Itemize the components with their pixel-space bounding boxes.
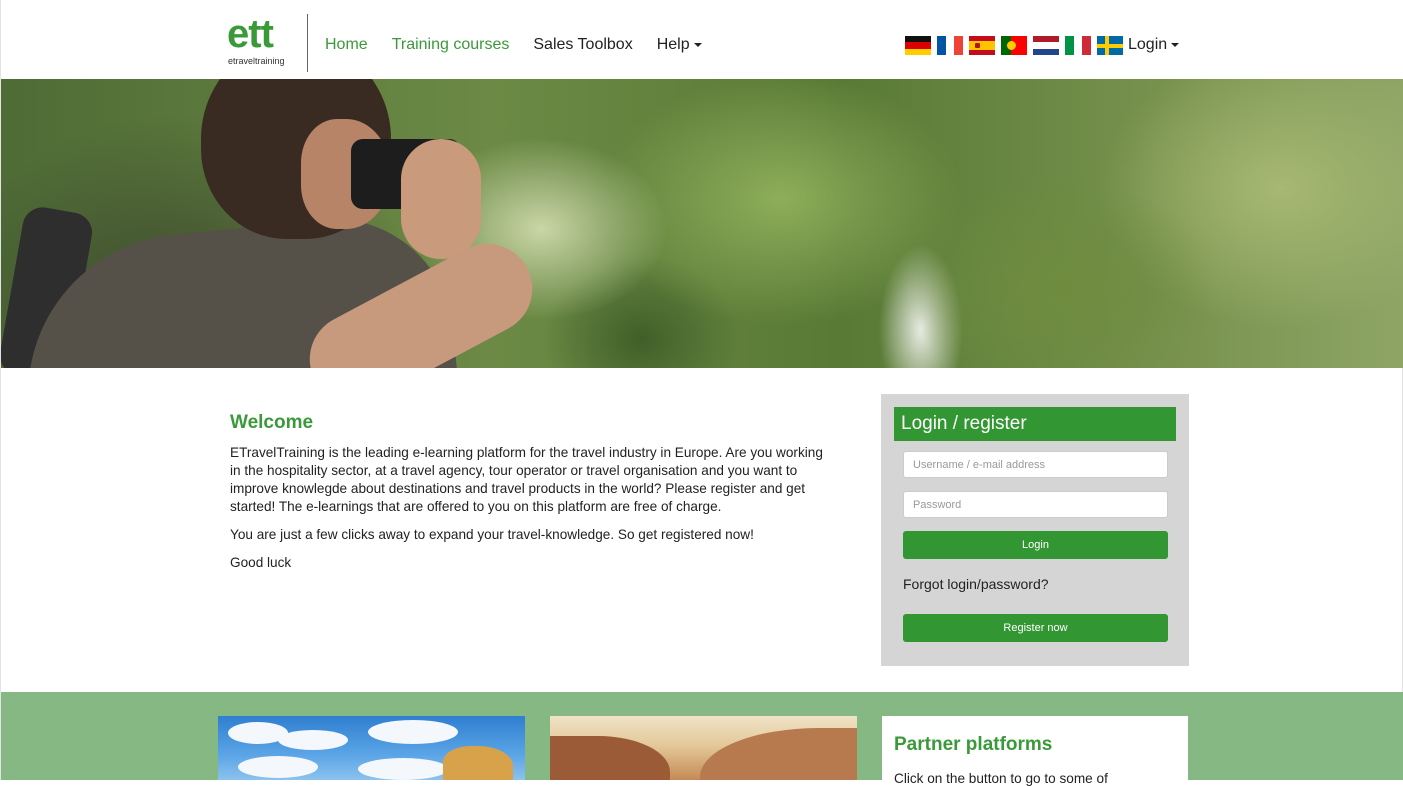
logo-tagline: etraveltraining	[228, 56, 285, 66]
welcome-title: Welcome	[230, 412, 314, 433]
username-input[interactable]	[903, 451, 1168, 478]
featured-band: Partner platforms Click on the button to…	[1, 692, 1403, 786]
main-nav: Home Training courses Sales Toolbox Help	[325, 36, 726, 56]
nav-training-courses[interactable]: Training courses	[392, 36, 510, 56]
partner-text: Click on the button to go to some of	[894, 771, 1108, 786]
hero-image	[1, 79, 1403, 368]
welcome-cta: You are just a few clicks away to expand…	[230, 527, 754, 542]
nav-help-label: Help	[656, 36, 690, 53]
nav-help[interactable]: Help	[657, 36, 702, 56]
password-input[interactable]	[903, 491, 1168, 518]
login-dropdown[interactable]: Login	[1128, 36, 1180, 54]
login-dropdown-label: Login	[1128, 36, 1168, 53]
welcome-sign-off: Good luck	[230, 555, 292, 570]
nav-home[interactable]: Home	[325, 36, 368, 56]
portuguese-flag-icon[interactable]	[1001, 36, 1027, 55]
register-button[interactable]: Register now	[903, 614, 1168, 642]
site-header: ett etraveltraining Home Training course…	[1, 0, 1403, 79]
german-flag-icon[interactable]	[905, 36, 931, 55]
login-panel-title: Login / register	[894, 407, 1176, 441]
login-button[interactable]: Login	[903, 531, 1168, 559]
featured-image-canyon[interactable]	[550, 716, 857, 780]
language-selector	[905, 36, 1123, 55]
dutch-flag-icon[interactable]	[1033, 36, 1059, 55]
welcome-section: Welcome ETravelTraining is the leading e…	[230, 412, 830, 582]
spanish-flag-icon[interactable]	[969, 36, 995, 55]
logo-mark: ett	[227, 12, 274, 56]
partner-title: Partner platforms	[894, 734, 1053, 755]
chevron-down-icon	[693, 42, 702, 47]
featured-image-beach[interactable]	[218, 716, 525, 780]
login-register-panel: Login / register Login Forgot login/pass…	[881, 394, 1189, 666]
partner-platforms-card: Partner platforms Click on the button to…	[882, 716, 1188, 786]
chevron-down-icon	[1171, 42, 1180, 47]
welcome-intro: ETravelTraining is the leading e-learnin…	[230, 445, 823, 514]
french-flag-icon[interactable]	[937, 36, 963, 55]
italian-flag-icon[interactable]	[1065, 36, 1091, 55]
swedish-flag-icon[interactable]	[1097, 36, 1123, 55]
nav-sales-toolbox[interactable]: Sales Toolbox	[533, 36, 632, 56]
forgot-password-link[interactable]: Forgot login/password?	[903, 576, 1049, 592]
site-logo[interactable]: ett etraveltraining	[227, 14, 308, 72]
